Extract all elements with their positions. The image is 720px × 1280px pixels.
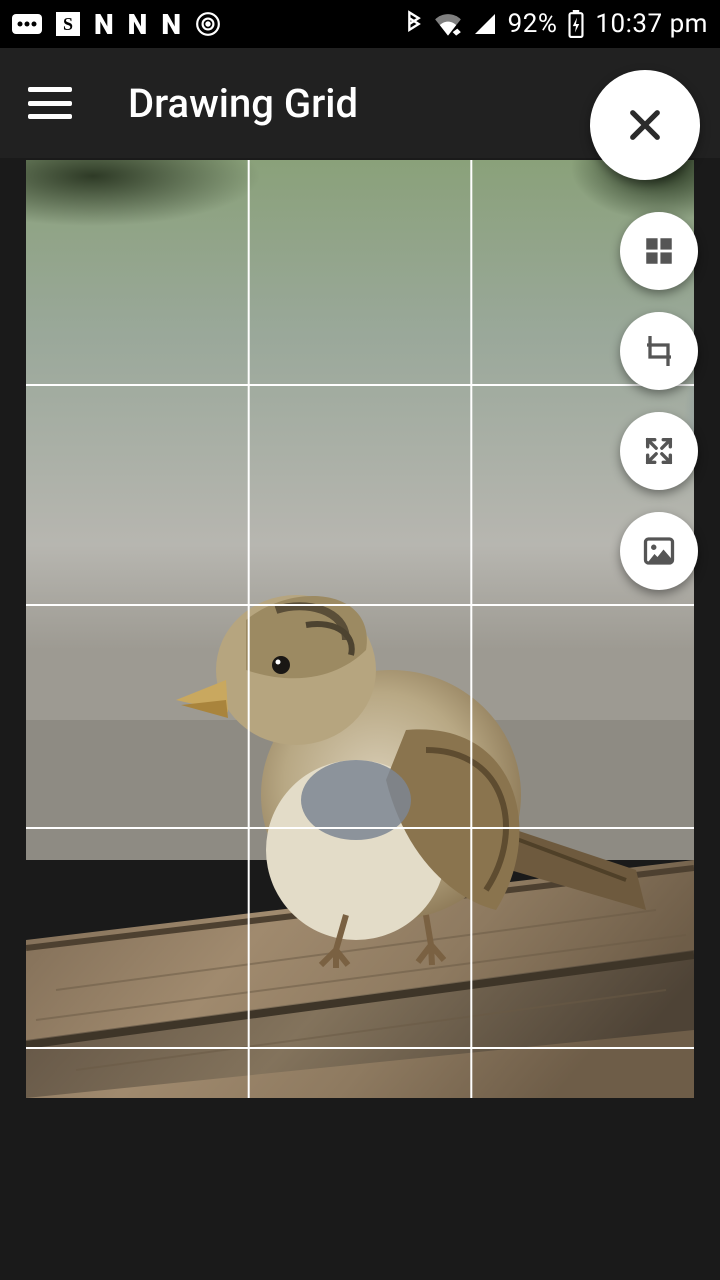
battery-charging-icon xyxy=(567,10,585,38)
signal-icon xyxy=(472,12,498,36)
app-n2-icon: N xyxy=(128,8,148,41)
image-button[interactable] xyxy=(620,512,698,590)
grid-button[interactable] xyxy=(620,212,698,290)
expand-button[interactable] xyxy=(620,412,698,490)
image-canvas[interactable] xyxy=(26,160,694,1098)
app-title: Drawing Grid xyxy=(128,80,358,127)
reference-image xyxy=(26,160,694,1098)
bluetooth-icon xyxy=(404,10,424,38)
battery-percent: 92% xyxy=(508,9,558,39)
app-s-icon: S xyxy=(56,12,80,36)
crop-button[interactable] xyxy=(620,312,698,390)
app-n3-icon: N xyxy=(161,8,181,41)
close-button[interactable] xyxy=(590,70,700,180)
spiral-icon xyxy=(195,11,221,37)
wifi-icon xyxy=(434,12,462,36)
status-bar-right: 92% 10:37 pm xyxy=(404,9,708,39)
more-icon xyxy=(12,14,42,34)
app-n1-icon: N xyxy=(94,8,114,41)
menu-button[interactable] xyxy=(28,87,72,119)
svg-text:S: S xyxy=(63,14,73,34)
status-bar-left: S N N N xyxy=(12,8,221,41)
clock: 10:37 pm xyxy=(595,9,708,39)
status-bar: S N N N 92% 10:37 pm xyxy=(0,0,720,48)
